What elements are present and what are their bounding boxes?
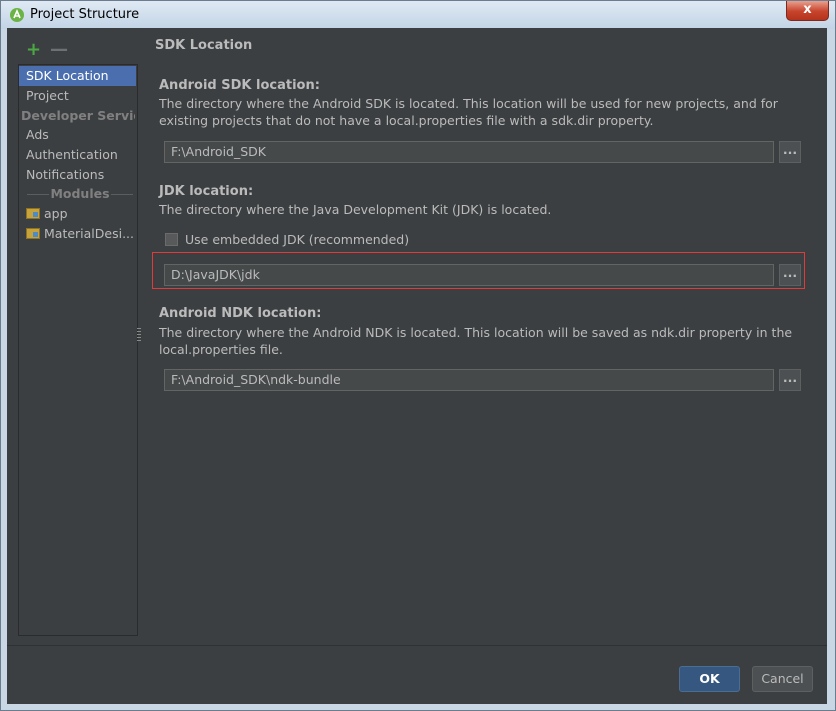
sidebar-item-materialdesign[interactable]: MaterialDesi... — [19, 224, 136, 244]
page-title: SDK Location — [155, 38, 253, 53]
jdk-description: The directory where the Java Development… — [159, 202, 552, 217]
modules-separator: Modules — [27, 184, 133, 204]
android-sdk-path-field[interactable]: F:\Android_SDK — [164, 141, 774, 163]
splitter-handle[interactable] — [137, 328, 141, 342]
sidebar-item-authentication[interactable]: Authentication — [19, 145, 136, 165]
android-ndk-description: The directory where the Android NDK is l… — [159, 325, 793, 357]
sidebar-item-sdk-location[interactable]: SDK Location — [19, 66, 136, 86]
module-folder-icon — [26, 228, 40, 239]
module-label-materialdesign: MaterialDesi... — [44, 226, 135, 241]
footer-divider — [7, 645, 827, 646]
close-icon: x — [803, 2, 812, 17]
android-ndk-browse-button[interactable]: ... — [779, 369, 801, 391]
window-title: Project Structure — [30, 7, 140, 22]
close-button[interactable]: x — [786, 1, 829, 21]
module-folder-icon — [26, 208, 40, 219]
cancel-button[interactable]: Cancel — [752, 666, 813, 692]
sidebar-item-notifications[interactable]: Notifications — [19, 165, 136, 185]
android-sdk-browse-button[interactable]: ... — [779, 141, 801, 163]
sidebar-item-app[interactable]: app — [19, 204, 136, 224]
sidebar-header-developer-services: Developer Services — [21, 108, 135, 123]
android-sdk-label: Android SDK location: — [159, 78, 320, 93]
remove-icon[interactable]: — — [50, 40, 68, 60]
jdk-path-field[interactable]: D:\JavaJDK\jdk — [164, 264, 774, 286]
android-sdk-description: The directory where the Android SDK is l… — [159, 96, 778, 128]
embedded-jdk-checkbox-label[interactable]: Use embedded JDK (recommended) — [185, 232, 409, 247]
embedded-jdk-checkbox[interactable] — [165, 233, 178, 246]
jdk-browse-button[interactable]: ... — [779, 264, 801, 286]
sidebar-item-project[interactable]: Project — [19, 86, 136, 106]
android-studio-icon — [10, 8, 24, 22]
title-bar[interactable]: Project Structure x — [1, 1, 835, 29]
sidebar-item-ads[interactable]: Ads — [19, 125, 136, 145]
android-ndk-label: Android NDK location: — [159, 306, 322, 321]
android-ndk-path-field[interactable]: F:\Android_SDK\ndk-bundle — [164, 369, 774, 391]
separator-line-right — [111, 194, 133, 195]
ok-button[interactable]: OK — [679, 666, 740, 692]
jdk-label: JDK location: — [159, 184, 254, 199]
module-label-app: app — [44, 206, 68, 221]
sidebar: SDK Location Project Developer Services … — [18, 64, 138, 636]
add-icon[interactable]: + — [26, 40, 41, 60]
